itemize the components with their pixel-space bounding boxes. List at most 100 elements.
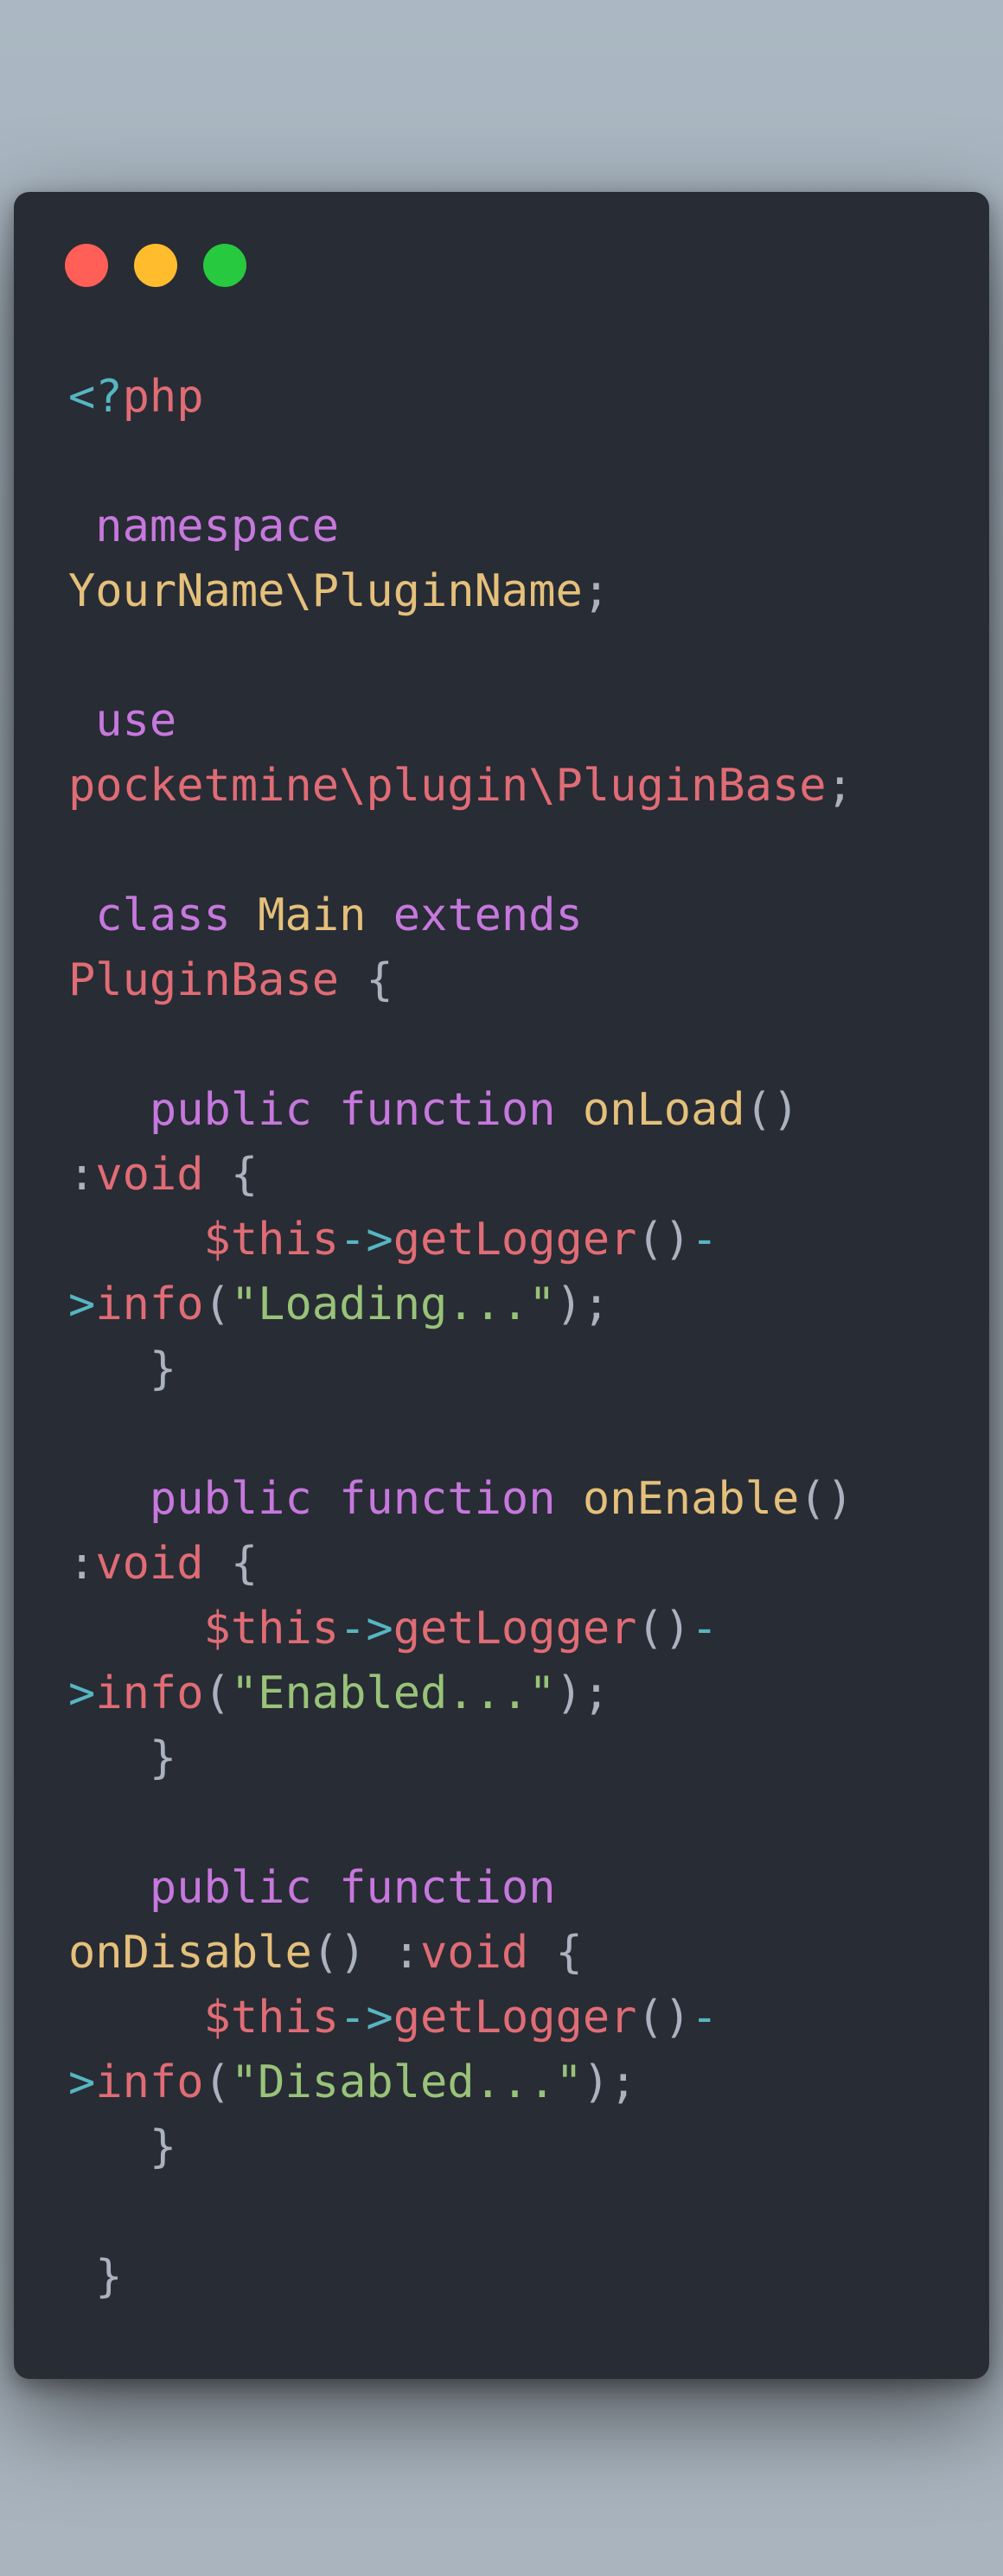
code-token-operator: - [691, 1214, 719, 1266]
code-token-plain: () [799, 1473, 853, 1525]
code-token-plain: } [68, 1343, 177, 1395]
code-token-string: "Disabled..." [230, 2056, 583, 2108]
code-line: public function onEnable() [68, 1467, 955, 1532]
code-token-operator: -> [339, 1603, 393, 1655]
maximize-dot-icon[interactable] [203, 244, 246, 287]
code-line: namespace [68, 494, 955, 559]
code-token-plain: () [744, 1084, 800, 1136]
code-line: use [68, 689, 955, 754]
code-token-keyword: use [68, 695, 177, 747]
code-token-string: "Loading..." [230, 1278, 556, 1330]
code-token-plain: ; [826, 760, 853, 812]
code-window: <?php namespace YourName\PluginName; use p… [14, 192, 989, 2379]
close-dot-icon[interactable] [65, 244, 108, 287]
code-token-variable: info [95, 1667, 204, 1719]
code-line: >info("Loading..."); [68, 1272, 955, 1337]
code-token-plain: ); [582, 2056, 637, 2108]
code-token-variable: PluginBase [68, 954, 340, 1006]
code-token-operator: - [691, 1992, 719, 2044]
code-token-plain: : [68, 1538, 96, 1590]
code-token-variable: getLogger [393, 1992, 637, 2044]
code-line: YourName\PluginName; [68, 559, 955, 624]
code-token-plain: ( [203, 2056, 231, 2108]
code-line: class Main extends [68, 883, 955, 948]
code-block: <?php namespace YourName\PluginName; use p… [68, 365, 955, 2310]
code-token-name: Main [258, 889, 367, 941]
code-token-keyword: function [339, 1084, 556, 1136]
code-line: >info("Disabled..."); [68, 2050, 955, 2115]
code-token-operator: - [691, 1603, 719, 1655]
code-token-plain: { [203, 1538, 259, 1590]
code-token-keyword: public [68, 1473, 312, 1525]
code-token-variable: getLogger [393, 1603, 637, 1655]
code-token-plain: () [636, 1603, 692, 1655]
code-token-keyword: class [68, 889, 231, 941]
code-token-variable: php [122, 371, 204, 423]
code-token-plain: { [203, 1149, 259, 1201]
code-token-variable: info [95, 1278, 204, 1330]
code-token-plain: ; [582, 565, 610, 617]
code-token-variable: pocketmine\plugin\PluginBase [68, 760, 827, 812]
code-token-keyword: extends [393, 889, 583, 941]
code-line: } [68, 1337, 955, 1402]
code-line: } [68, 1726, 955, 1791]
code-line: :void { [68, 1532, 955, 1597]
code-token-variable: void [420, 1927, 529, 1979]
code-token-plain: ); [555, 1278, 610, 1330]
code-token-operator: -> [339, 1214, 393, 1266]
code-token-plain: } [68, 1732, 177, 1784]
code-line: >info("Enabled..."); [68, 1661, 955, 1726]
code-token-name: onDisable [68, 1927, 312, 1979]
code-token-variable: $this [68, 1992, 340, 2044]
code-token-variable: void [95, 1538, 204, 1590]
code-token-operator: > [68, 1667, 96, 1719]
code-token-name: onEnable [582, 1473, 800, 1525]
code-token-keyword: public [68, 1862, 312, 1914]
code-token-plain: ( [203, 1667, 231, 1719]
code-line: public function onLoad() [68, 1078, 955, 1143]
code-token-operator: > [68, 1278, 96, 1330]
minimize-dot-icon[interactable] [134, 244, 177, 287]
code-token-plain: } [68, 2251, 123, 2303]
code-line: } [68, 2245, 955, 2310]
code-token-operator: -> [339, 1992, 393, 2044]
window-controls [65, 244, 246, 287]
code-line: :void { [68, 1143, 955, 1208]
code-line: <?php [68, 365, 955, 430]
code-token-name: YourName\PluginName [68, 565, 583, 617]
code-token-keyword: namespace [68, 501, 340, 552]
code-token-variable: $this [68, 1603, 340, 1655]
code-line: $this->getLogger()- [68, 1597, 955, 1661]
code-token-plain: () : [311, 1927, 420, 1979]
code-token-keyword: function [339, 1862, 556, 1914]
code-token-plain: } [68, 2121, 177, 2173]
code-token-plain: { [528, 1927, 583, 1979]
code-token-plain: () [636, 1214, 692, 1266]
code-line: PluginBase { [68, 948, 955, 1013]
code-line: $this->getLogger()- [68, 1986, 955, 2050]
code-line: onDisable() :void { [68, 1921, 955, 1986]
code-line: public function [68, 1856, 955, 1921]
code-token-plain: : [68, 1149, 96, 1201]
code-token-plain: ( [203, 1278, 231, 1330]
code-token-plain: ); [555, 1667, 610, 1719]
code-line: } [68, 2115, 955, 2180]
code-token-variable: getLogger [393, 1214, 637, 1266]
code-line: $this->getLogger()- [68, 1208, 955, 1272]
code-token-keyword: public [68, 1084, 312, 1136]
code-token-variable: $this [68, 1214, 340, 1266]
